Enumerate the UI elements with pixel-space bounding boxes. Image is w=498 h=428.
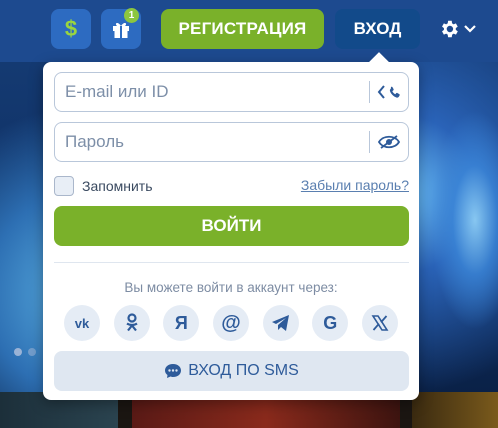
- social-login-buttons: vk Я @ G: [64, 305, 398, 341]
- email-input[interactable]: E-mail или ID: [55, 82, 369, 102]
- social-login-prompt: Вы можете войти в аккаунт через:: [124, 280, 338, 295]
- game-thumbnail[interactable]: [412, 392, 498, 428]
- mailru-login-button[interactable]: @: [212, 305, 249, 341]
- chat-icon: [165, 364, 182, 378]
- password-input[interactable]: Пароль: [55, 132, 369, 152]
- registration-button[interactable]: РЕГИСТРАЦИЯ: [161, 9, 324, 49]
- bonus-gift-button[interactable]: 1: [101, 8, 141, 49]
- telegram-icon: [271, 315, 289, 331]
- email-field[interactable]: E-mail или ID: [54, 72, 409, 112]
- divider: [54, 262, 409, 263]
- odnoklassniki-icon: [126, 313, 138, 332]
- remember-checkbox[interactable]: [54, 176, 74, 196]
- remember-me[interactable]: Запомнить: [54, 176, 153, 196]
- login-button[interactable]: ВХОД: [335, 9, 420, 49]
- top-navigation-bar: $ 1 РЕГИСТРАЦИЯ ВХОД: [0, 0, 498, 62]
- deposit-button[interactable]: $: [51, 9, 91, 49]
- yandex-icon: Я: [174, 312, 188, 333]
- chevron-down-icon: [464, 25, 476, 33]
- google-login-button[interactable]: G: [312, 305, 349, 341]
- carousel-dot[interactable]: [28, 348, 36, 356]
- dollar-icon: $: [64, 16, 78, 41]
- remember-label: Запомнить: [82, 178, 153, 194]
- notification-badge: 1: [124, 8, 139, 23]
- x-icon: [371, 315, 389, 331]
- x-login-button[interactable]: [361, 305, 398, 341]
- login-dropdown-panel: E-mail или ID Пароль Запомнить Забыли па…: [43, 62, 419, 400]
- sms-login-label: ВХОД ПО SMS: [188, 362, 299, 379]
- sms-login-button[interactable]: ВХОД ПО SMS: [54, 351, 409, 391]
- mailru-icon: @: [221, 311, 241, 334]
- google-icon: G: [323, 312, 338, 333]
- odnoklassniki-login-button[interactable]: [113, 305, 150, 341]
- phone-switch-icon: [377, 85, 400, 99]
- forgot-password-link[interactable]: Забыли пароль?: [301, 177, 409, 193]
- yandex-login-button[interactable]: Я: [163, 305, 200, 341]
- settings-menu[interactable]: [438, 15, 482, 43]
- gear-icon: [442, 20, 458, 38]
- submit-login-button[interactable]: ВОЙТИ: [54, 206, 409, 246]
- vk-login-button[interactable]: vk: [64, 305, 100, 341]
- password-field[interactable]: Пароль: [54, 122, 409, 162]
- phone-login-toggle[interactable]: [370, 73, 408, 111]
- telegram-login-button[interactable]: [262, 305, 299, 341]
- vk-icon: vk: [74, 315, 90, 331]
- eye-off-icon: [378, 135, 400, 149]
- show-password-toggle[interactable]: [370, 123, 408, 161]
- carousel-dot[interactable]: [14, 348, 22, 356]
